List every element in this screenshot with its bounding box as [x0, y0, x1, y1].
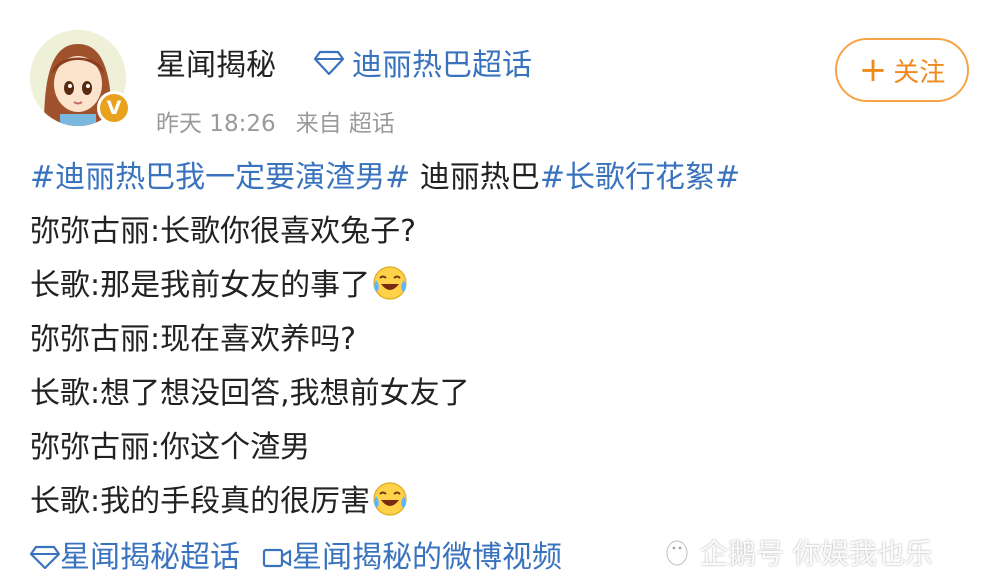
colon: : [90, 268, 101, 303]
hashtag-link[interactable]: #迪丽热巴我一定要演渣男# [30, 160, 410, 195]
diamond-icon [314, 50, 344, 76]
dialogue-line: 长歌:我的手段真的很厉害 [30, 476, 408, 520]
watermark: 企鹅号 你娱我也乐 [662, 532, 933, 572]
diamond-icon [29, 545, 61, 570]
speaker: 弥弥古丽 [30, 322, 150, 357]
colon: : [150, 214, 161, 249]
dialogue-text: 那是我前女友的事了 [100, 268, 371, 303]
speaker: 长歌 [30, 268, 90, 303]
footer-links: 星闻揭秘超话 星闻揭秘的微博视频 [29, 532, 562, 576]
dialogue-line: 弥弥古丽:你这个渣男 [30, 422, 310, 466]
follow-button[interactable]: + 关注 [835, 38, 969, 102]
follow-label: 关注 [893, 57, 946, 88]
speaker: 弥弥古丽 [30, 430, 150, 465]
penguin-logo-icon [666, 540, 688, 566]
hashtag-line: #迪丽热巴我一定要演渣男# 迪丽热巴#长歌行花絮# [30, 152, 740, 196]
hashtag-link[interactable]: #长歌行花絮# [540, 160, 740, 195]
post-time: 昨天 18:26 [156, 111, 276, 137]
footer-supertopic-link[interactable]: 星闻揭秘超话 [60, 540, 240, 575]
dialogue-text: 想了想没回答,我想前女友了 [100, 376, 470, 411]
watermark-text: 企鹅号 你娱我也乐 [700, 537, 933, 570]
dialogue-text: 现在喜欢养吗? [160, 322, 357, 357]
v-badge-icon: V [97, 91, 131, 125]
post-source[interactable]: 来自 超话 [296, 111, 395, 137]
footer-video-link[interactable]: 星闻揭秘的微博视频 [292, 540, 562, 575]
speaker: 长歌 [30, 376, 90, 411]
dialogue-text: 你这个渣男 [160, 430, 311, 465]
dialogue-text: 我的手段真的很厉害 [100, 484, 371, 519]
mention-text: 迪丽热巴 [410, 160, 540, 195]
dialogue-line: 长歌:想了想没回答,我想前女友了 [30, 368, 470, 412]
colon: : [90, 484, 101, 519]
colon: : [90, 376, 101, 411]
dialogue-text: 长歌你很喜欢兔子? [160, 214, 417, 249]
post-meta: 昨天 18:26 来自 超话 [156, 104, 415, 138]
dialogue-line: 弥弥古丽:长歌你很喜欢兔子? [30, 206, 416, 250]
speaker: 长歌 [30, 484, 90, 519]
colon: : [150, 322, 161, 357]
laugh-cry-emoji-icon [373, 482, 407, 516]
supertopic-link[interactable]: 迪丽热巴超话 [352, 40, 532, 84]
dialogue-line: 弥弥古丽:现在喜欢养吗? [30, 314, 356, 358]
colon: : [150, 430, 161, 465]
dialogue-line: 长歌:那是我前女友的事了 [30, 260, 408, 304]
video-camera-icon [262, 548, 292, 568]
laugh-cry-emoji-icon [373, 266, 407, 300]
username[interactable]: 星闻揭秘 [156, 40, 276, 84]
plus-icon: + [858, 50, 888, 90]
speaker: 弥弥古丽 [30, 214, 150, 249]
